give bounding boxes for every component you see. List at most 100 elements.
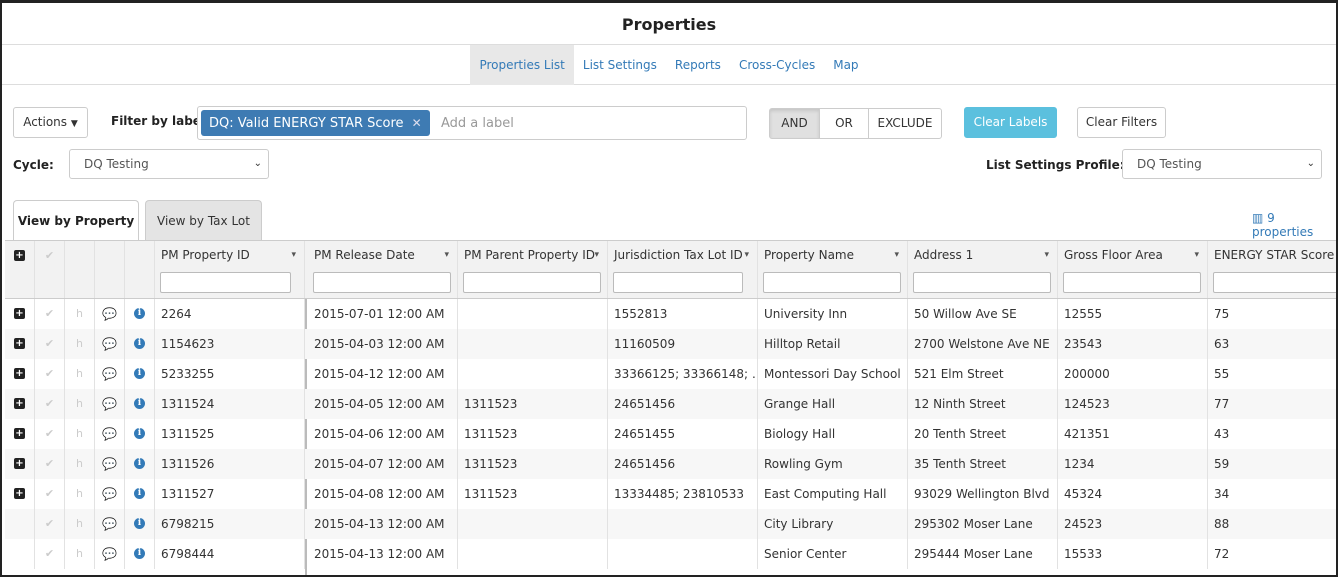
table-cell: 77 bbox=[1214, 397, 1230, 411]
history-icon[interactable]: h bbox=[65, 449, 95, 479]
table-row[interactable]: + ✔ h 💬 i 1311525 2015-04-06 12:00 AM 1311523 24… bbox=[5, 419, 1336, 449]
column-header-energy-star-score[interactable]: ENERGY STAR Score bbox=[1208, 241, 1336, 298]
expand-row-icon[interactable]: + bbox=[5, 299, 35, 329]
table-cell: 1311527 bbox=[155, 479, 305, 509]
tab-list-settings[interactable]: List Settings bbox=[574, 45, 666, 85]
chevron-down-icon[interactable]: ▾ bbox=[744, 241, 749, 269]
clear-filters-button[interactable]: Clear Filters bbox=[1077, 107, 1166, 138]
info-icon[interactable]: i bbox=[125, 329, 155, 359]
chevron-down-icon[interactable]: ▾ bbox=[894, 241, 899, 269]
actions-dropdown-button[interactable]: Actions ▼ bbox=[13, 107, 88, 138]
table-row[interactable]: + ✔ h 💬 i 2264 2015-07-01 12:00 AM 1552813 Unive… bbox=[5, 299, 1336, 329]
comment-icon[interactable]: 💬 bbox=[95, 419, 125, 449]
column-filter-input[interactable] bbox=[313, 272, 451, 293]
info-icon[interactable]: i bbox=[125, 509, 155, 539]
expand-row-icon[interactable]: + bbox=[5, 419, 35, 449]
exclude-button[interactable]: EXCLUDE bbox=[868, 108, 942, 139]
column-header-gross-floor-area[interactable]: Gross Floor Area ▾ bbox=[1058, 241, 1208, 298]
tab-properties-list[interactable]: Properties List bbox=[470, 45, 574, 85]
comment-icon[interactable]: 💬 bbox=[95, 389, 125, 419]
remove-label-icon[interactable]: ✕ bbox=[412, 116, 422, 130]
expand-all-icon[interactable]: + bbox=[5, 241, 35, 298]
expand-row-icon[interactable]: + bbox=[5, 329, 35, 359]
column-filter-input[interactable] bbox=[763, 272, 901, 293]
table-row[interactable]: ✔ h 💬 i 6798444 2015-04-13 12:00 AM Senior Cen… bbox=[5, 539, 1336, 569]
select-check-icon[interactable]: ✔ bbox=[35, 449, 65, 479]
info-icon[interactable]: i bbox=[125, 389, 155, 419]
column-filter-input[interactable] bbox=[463, 272, 601, 293]
comment-icon[interactable]: 💬 bbox=[95, 299, 125, 329]
select-check-icon[interactable]: ✔ bbox=[35, 509, 65, 539]
comment-icon[interactable]: 💬 bbox=[95, 329, 125, 359]
chevron-down-icon[interactable]: ▾ bbox=[1044, 241, 1049, 269]
expand-row-icon[interactable]: + bbox=[5, 479, 35, 509]
column-filter-input[interactable] bbox=[1213, 272, 1336, 293]
history-icon[interactable]: h bbox=[65, 419, 95, 449]
table-row[interactable]: ✔ h 💬 i 6798215 2015-04-13 12:00 AM City Libra… bbox=[5, 509, 1336, 539]
tab-cross-cycles[interactable]: Cross-Cycles bbox=[730, 45, 824, 85]
select-check-icon[interactable]: ✔ bbox=[35, 389, 65, 419]
column-filter-input[interactable] bbox=[613, 272, 743, 293]
history-icon[interactable]: h bbox=[65, 359, 95, 389]
select-all-check-icon[interactable]: ✔ bbox=[35, 241, 65, 298]
expand-row-icon[interactable]: + bbox=[5, 359, 35, 389]
comment-icon[interactable]: 💬 bbox=[95, 509, 125, 539]
cycle-select[interactable]: DQ Testing ⌄ bbox=[69, 149, 269, 179]
add-label-placeholder[interactable]: Add a label bbox=[441, 107, 514, 140]
table-cell: East Computing Hall bbox=[758, 479, 908, 509]
info-icon[interactable]: i bbox=[125, 299, 155, 329]
column-header-pm-parent-property-id[interactable]: PM Parent Property ID ▾ bbox=[458, 241, 608, 298]
history-icon[interactable]: h bbox=[65, 389, 95, 419]
expand-row-icon[interactable]: + bbox=[5, 389, 35, 419]
column-header-jurisdiction-tax-lot-id[interactable]: Jurisdiction Tax Lot ID ▾ bbox=[608, 241, 758, 298]
table-row[interactable]: + ✔ h 💬 i 1311524 2015-04-05 12:00 AM 1311523 24… bbox=[5, 389, 1336, 419]
table-row[interactable]: + ✔ h 💬 i 1154623 2015-04-03 12:00 AM 11160509 H… bbox=[5, 329, 1336, 359]
table-row[interactable]: + ✔ h 💬 i 1311526 2015-04-07 12:00 AM 1311523 24… bbox=[5, 449, 1336, 479]
table-row[interactable]: + ✔ h 💬 i 1311527 2015-04-08 12:00 AM 1311523 13… bbox=[5, 479, 1336, 509]
info-icon[interactable]: i bbox=[125, 539, 155, 569]
comment-icon[interactable]: 💬 bbox=[95, 539, 125, 569]
tab-view-by-property[interactable]: View by Property bbox=[13, 200, 139, 241]
select-check-icon[interactable]: ✔ bbox=[35, 299, 65, 329]
select-check-icon[interactable]: ✔ bbox=[35, 479, 65, 509]
comment-icon[interactable]: 💬 bbox=[95, 479, 125, 509]
comment-icon[interactable]: 💬 bbox=[95, 359, 125, 389]
info-icon[interactable]: i bbox=[125, 419, 155, 449]
label-chip[interactable]: DQ: Valid ENERGY STAR Score ✕ bbox=[201, 110, 430, 136]
tab-reports[interactable]: Reports bbox=[666, 45, 730, 85]
history-icon[interactable]: h bbox=[65, 509, 95, 539]
comment-icon[interactable]: 💬 bbox=[95, 449, 125, 479]
select-check-icon[interactable]: ✔ bbox=[35, 329, 65, 359]
history-icon[interactable]: h bbox=[65, 479, 95, 509]
column-header-pm-release-date[interactable]: PM Release Date ▾ bbox=[308, 241, 458, 298]
column-header-address-1[interactable]: Address 1 ▾ bbox=[908, 241, 1058, 298]
column-header-pm-property-id[interactable]: PM Property ID ▾ bbox=[155, 241, 305, 298]
label-filter-input[interactable]: DQ: Valid ENERGY STAR Score ✕ Add a label bbox=[197, 106, 747, 140]
profile-select[interactable]: DQ Testing ⌄ bbox=[1122, 149, 1322, 179]
history-icon[interactable]: h bbox=[65, 299, 95, 329]
column-filter-input[interactable] bbox=[160, 272, 291, 293]
chevron-down-icon[interactable]: ▾ bbox=[594, 241, 599, 269]
info-icon[interactable]: i bbox=[125, 479, 155, 509]
and-button[interactable]: AND bbox=[769, 108, 820, 139]
expand-row-icon[interactable]: + bbox=[5, 449, 35, 479]
chevron-down-icon[interactable]: ▾ bbox=[444, 241, 449, 269]
tab-map[interactable]: Map bbox=[824, 45, 867, 85]
table-row[interactable]: + ✔ h 💬 i 5233255 2015-04-12 12:00 AM 33366125;… bbox=[5, 359, 1336, 389]
column-filter-input[interactable] bbox=[913, 272, 1051, 293]
clear-labels-button[interactable]: Clear Labels bbox=[964, 107, 1057, 138]
or-button[interactable]: OR bbox=[819, 108, 869, 139]
history-icon[interactable]: h bbox=[65, 329, 95, 359]
select-check-icon[interactable]: ✔ bbox=[35, 539, 65, 569]
property-count[interactable]: ▥ 9 properties bbox=[1252, 211, 1336, 239]
info-icon[interactable]: i bbox=[125, 359, 155, 389]
column-header-property-name[interactable]: Property Name ▾ bbox=[758, 241, 908, 298]
select-check-icon[interactable]: ✔ bbox=[35, 419, 65, 449]
select-check-icon[interactable]: ✔ bbox=[35, 359, 65, 389]
chevron-down-icon[interactable]: ▾ bbox=[1194, 241, 1199, 269]
chevron-down-icon[interactable]: ▾ bbox=[291, 241, 296, 269]
history-icon[interactable]: h bbox=[65, 539, 95, 569]
info-icon[interactable]: i bbox=[125, 449, 155, 479]
tab-view-by-tax-lot[interactable]: View by Tax Lot bbox=[145, 200, 262, 240]
column-filter-input[interactable] bbox=[1063, 272, 1201, 293]
